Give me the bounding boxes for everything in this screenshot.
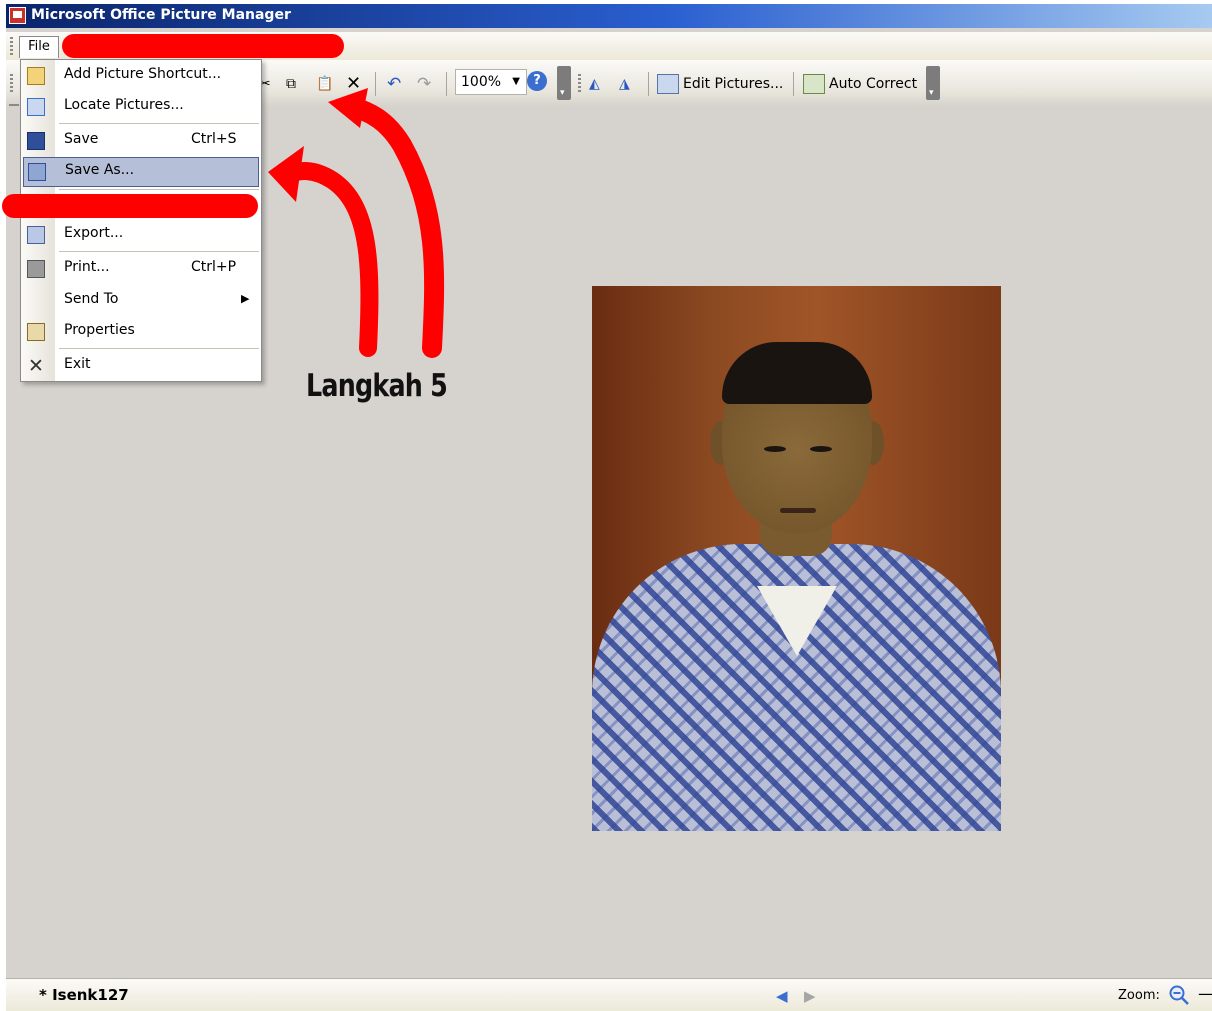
locate-pictures-icon (27, 98, 45, 116)
menu-item-label: Exit (64, 356, 91, 372)
undo-icon[interactable]: ↶ (387, 72, 401, 96)
export-icon (27, 226, 45, 244)
chevron-down-icon: ▼ (512, 76, 520, 87)
menu-item-print[interactable]: Print... Ctrl+P (21, 254, 261, 284)
menu-item-save-as[interactable]: Save As... (23, 157, 259, 187)
menu-file[interactable]: File (19, 36, 59, 58)
zoom-label: Zoom: (1118, 988, 1160, 1003)
menu-item-shortcut: Ctrl+S (191, 131, 237, 147)
photo-eye (764, 446, 786, 452)
photo-mouth (780, 508, 816, 513)
zoom-select[interactable]: 100% ▼ (455, 69, 527, 95)
file-menu-dropdown: Add Picture Shortcut... Locate Pictures.… (20, 59, 262, 382)
menu-item-exit[interactable]: ✕ Exit (21, 351, 261, 381)
menu-item-label: Send To (64, 291, 119, 307)
zoom-out-icon[interactable] (1168, 984, 1190, 1006)
menu-item-add-picture-shortcut[interactable]: Add Picture Shortcut... (21, 61, 261, 91)
photo-hair (722, 342, 872, 404)
menu-item-label: Properties (64, 322, 135, 338)
zoom-slider-start[interactable]: — (1198, 984, 1212, 1004)
menu-item-label: Save As... (65, 162, 135, 178)
menu-item-label: Save (64, 131, 99, 147)
window-title: Microsoft Office Picture Manager (31, 7, 291, 23)
save-icon (27, 132, 45, 150)
menu-item-shortcut: Ctrl+P (191, 259, 237, 275)
properties-icon (27, 323, 45, 341)
toolbar-separator (648, 72, 649, 96)
toolbar-options-button[interactable] (926, 66, 940, 100)
edit-pictures-button[interactable]: Edit Pictures... (657, 72, 783, 96)
previous-picture-icon[interactable]: ◀ (776, 987, 788, 1005)
menu-item-label: Print... (64, 259, 110, 275)
menu-item-save[interactable]: Save Ctrl+S (21, 126, 261, 156)
menu-separator (59, 123, 259, 124)
toolbar-separator (446, 72, 447, 96)
save-as-icon (28, 163, 46, 181)
toolbar-grip-handle[interactable] (10, 74, 13, 92)
edit-pictures-icon (657, 74, 679, 94)
menu-bar: File (6, 32, 1212, 60)
menu-item-send-to[interactable]: Send To ▶ (21, 286, 261, 316)
menu-file-label: File (28, 39, 50, 54)
portrait-photo[interactable] (592, 286, 1001, 831)
copy-icon[interactable]: ⧉ (286, 72, 296, 96)
zoom-value: 100% (461, 74, 502, 90)
toolbar-separator (375, 72, 376, 96)
auto-correct-label: Auto Correct (829, 76, 918, 92)
exit-icon: ✕ (28, 355, 44, 377)
delete-icon[interactable]: ✕ (346, 72, 361, 96)
photo-eye (810, 446, 832, 452)
annotation-label: Langkah 5 (306, 368, 448, 404)
submenu-arrow-icon: ▶ (241, 292, 250, 305)
menu-item-label: Locate Pictures... (64, 97, 184, 113)
menu-separator (59, 251, 259, 252)
menu-separator (59, 348, 259, 349)
menu-item-export[interactable]: Export... (21, 220, 261, 250)
menu-separator (59, 189, 259, 190)
menubar-grip-handle[interactable] (10, 37, 13, 55)
help-icon[interactable]: ? (527, 71, 547, 91)
status-file-name: * Isenk127 (39, 986, 129, 1004)
menu-item-label: Export... (64, 225, 124, 241)
toolbar-grip-handle[interactable] (578, 74, 581, 92)
menu-item-properties[interactable]: Properties (21, 317, 261, 347)
next-picture-icon[interactable]: ▶ (804, 987, 816, 1005)
auto-correct-button[interactable]: Auto Correct (803, 72, 917, 96)
auto-correct-icon (803, 74, 825, 94)
menu-item-label: Add Picture Shortcut... (64, 66, 222, 82)
edit-pictures-label: Edit Pictures... (683, 76, 784, 92)
print-icon (27, 260, 45, 278)
title-bar: Microsoft Office Picture Manager (6, 4, 1212, 28)
paste-icon[interactable]: 📋 (316, 72, 333, 96)
add-picture-shortcut-icon (27, 67, 45, 85)
redo-icon[interactable]: ↷ (417, 72, 431, 96)
toolbar-separator (793, 72, 794, 96)
picture-manager-app-icon (9, 7, 26, 24)
rotate-left-icon[interactable]: ◭ (589, 72, 600, 96)
rotate-right-icon[interactable]: ◮ (619, 72, 630, 96)
toolbar-options-button[interactable] (557, 66, 571, 100)
status-bar: * Isenk127 ◀ ▶ Zoom: — (6, 978, 1212, 1011)
menu-item-locate-pictures[interactable]: Locate Pictures... (21, 92, 261, 122)
